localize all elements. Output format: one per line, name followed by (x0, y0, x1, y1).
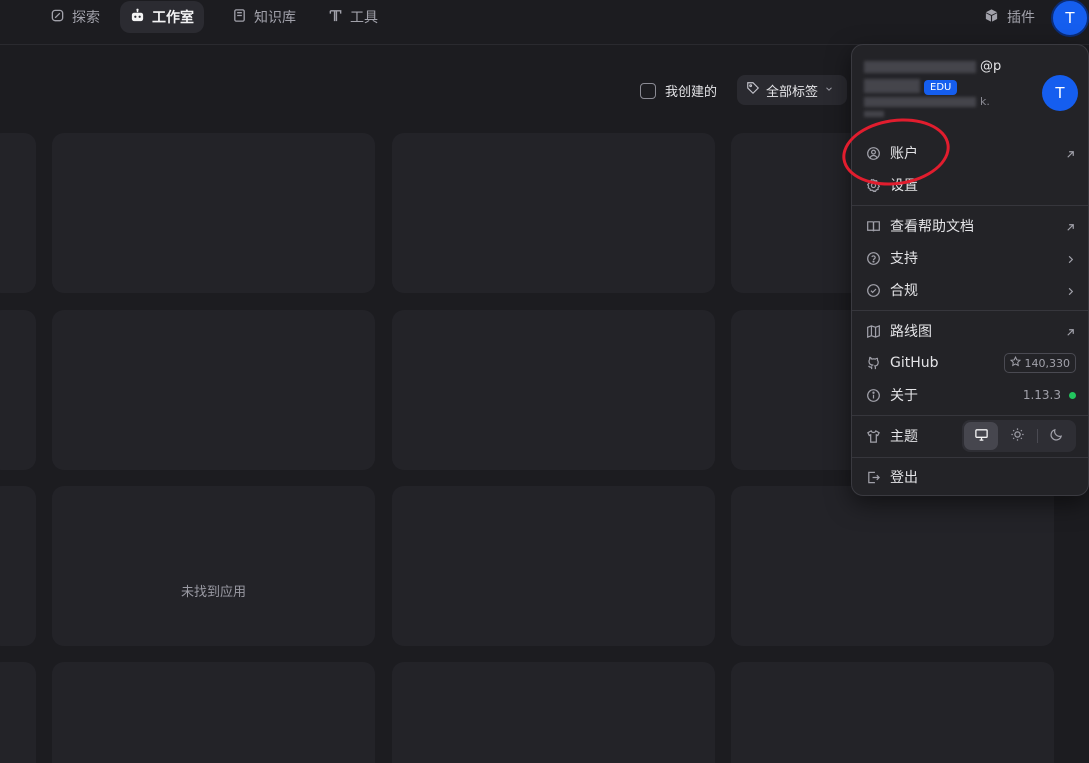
nav-knowledge-label: 知识库 (254, 10, 296, 26)
app-card-placeholder (52, 486, 375, 646)
tag-filter-label: 全部标签 (766, 84, 819, 100)
chevron-down-icon (824, 83, 834, 98)
chevron-right-icon (1065, 285, 1076, 296)
nav-tools-label: 工具 (350, 10, 378, 26)
app-card-placeholder (392, 486, 715, 646)
created-by-me-checkbox[interactable] (640, 82, 656, 99)
app-card-placeholder (731, 486, 1054, 646)
theme-light-button[interactable] (1000, 422, 1034, 450)
robot-icon (130, 8, 145, 27)
external-link-icon (1065, 221, 1076, 232)
menu-item-theme: 主题 (860, 420, 1082, 452)
moon-icon (1049, 427, 1064, 446)
menu-item-theme-label: 主题 (890, 429, 918, 445)
nav-plugins-label: 插件 (1007, 10, 1035, 26)
menu-divider (852, 415, 1088, 416)
theme-divider (1036, 429, 1038, 443)
github-stars-badge: 140,330 (1003, 353, 1076, 373)
account-dropdown-menu: @p EDU k. T 账户 设置 查看帮助文档 支持 合规 路线图 GitHu… (851, 44, 1089, 496)
redacted-name-2 (864, 79, 920, 93)
nav-explore[interactable]: 探索 (40, 1, 110, 33)
app-card-placeholder (0, 486, 36, 646)
app-card-placeholder (731, 662, 1054, 763)
menu-item-support-label: 支持 (890, 251, 918, 267)
monitor-icon (974, 427, 989, 446)
tshirt-icon (866, 429, 881, 444)
nav-tools[interactable]: 工具 (318, 1, 388, 33)
menu-item-github[interactable]: GitHub 140,330 (860, 348, 1082, 378)
menu-item-support[interactable]: 支持 (860, 243, 1082, 273)
star-icon (1009, 355, 1021, 370)
menu-item-about-label: 关于 (890, 388, 918, 404)
map-icon (866, 324, 881, 339)
nav-studio[interactable]: 工作室 (120, 1, 204, 33)
menu-item-github-label: GitHub (890, 355, 939, 371)
user-info: @p EDU k. T (852, 45, 1088, 121)
question-circle-icon (866, 251, 881, 266)
nav-studio-label: 工作室 (152, 10, 194, 26)
open-book-icon (866, 219, 881, 234)
logout-icon (866, 470, 881, 485)
hammer-icon (328, 8, 343, 27)
nav-explore-label: 探索 (72, 10, 100, 26)
theme-system-button[interactable] (964, 422, 999, 450)
compass-icon (50, 8, 65, 27)
book-icon (232, 8, 247, 27)
version-info: 1.13.3 (1023, 388, 1076, 402)
tag-icon (746, 81, 760, 99)
status-dot (1069, 391, 1076, 399)
app-card-placeholder (392, 310, 715, 470)
theme-switcher (962, 420, 1076, 452)
app-card-placeholder (0, 662, 36, 763)
info-circle-icon (866, 388, 881, 403)
app-card-placeholder (392, 662, 715, 763)
app-card-placeholder (52, 133, 375, 293)
redacted-extra (864, 111, 884, 117)
github-icon (866, 356, 881, 371)
menu-item-logout[interactable]: 登出 (860, 462, 1082, 492)
menu-item-help-docs-label: 查看帮助文档 (890, 219, 974, 235)
redacted-email (864, 97, 976, 107)
external-link-icon (1065, 148, 1076, 159)
menu-divider (852, 205, 1088, 206)
nav-plugins[interactable]: 插件 (978, 1, 1041, 33)
edu-badge: EDU (924, 80, 958, 95)
menu-item-roadmap-label: 路线图 (890, 324, 932, 340)
menu-avatar: T (1042, 75, 1078, 111)
menu-divider (852, 457, 1088, 458)
user-name: @p (980, 59, 1002, 74)
check-circle-icon (866, 283, 881, 298)
menu-item-compliance[interactable]: 合规 (860, 275, 1082, 305)
menu-item-compliance-label: 合规 (890, 283, 918, 299)
empty-state-message: 未找到应用 (180, 585, 246, 600)
user-avatar-button[interactable]: T (1051, 0, 1089, 37)
menu-item-help-docs[interactable]: 查看帮助文档 (860, 211, 1082, 241)
created-by-me-filter[interactable]: 我创建的 (640, 81, 717, 100)
created-by-me-label: 我创建的 (665, 85, 718, 100)
menu-item-roadmap[interactable]: 路线图 (860, 316, 1082, 346)
theme-dark-button[interactable] (1040, 422, 1074, 450)
app-card-placeholder (52, 310, 375, 470)
sun-icon (1010, 427, 1025, 446)
user-email: k. (980, 95, 990, 108)
github-stars-count: 140,330 (1024, 356, 1071, 370)
app-card-placeholder (52, 662, 375, 763)
external-link-icon (1065, 326, 1076, 337)
app-card-placeholder (0, 133, 36, 293)
app-card-placeholder (0, 310, 36, 470)
top-nav: 探索 工作室 知识库 工具 插件 T (0, 0, 1089, 45)
menu-item-about[interactable]: 关于 1.13.3 (860, 380, 1082, 410)
menu-item-logout-label: 登出 (890, 470, 918, 486)
app-card-placeholder (392, 133, 715, 293)
menu-divider (852, 310, 1088, 311)
version-number: 1.13.3 (1022, 388, 1061, 402)
tag-filter-select[interactable]: 全部标签 (737, 75, 847, 105)
cube-icon (984, 8, 999, 27)
redacted-name (864, 61, 976, 73)
chevron-right-icon (1065, 253, 1076, 264)
nav-knowledge[interactable]: 知识库 (222, 1, 306, 33)
